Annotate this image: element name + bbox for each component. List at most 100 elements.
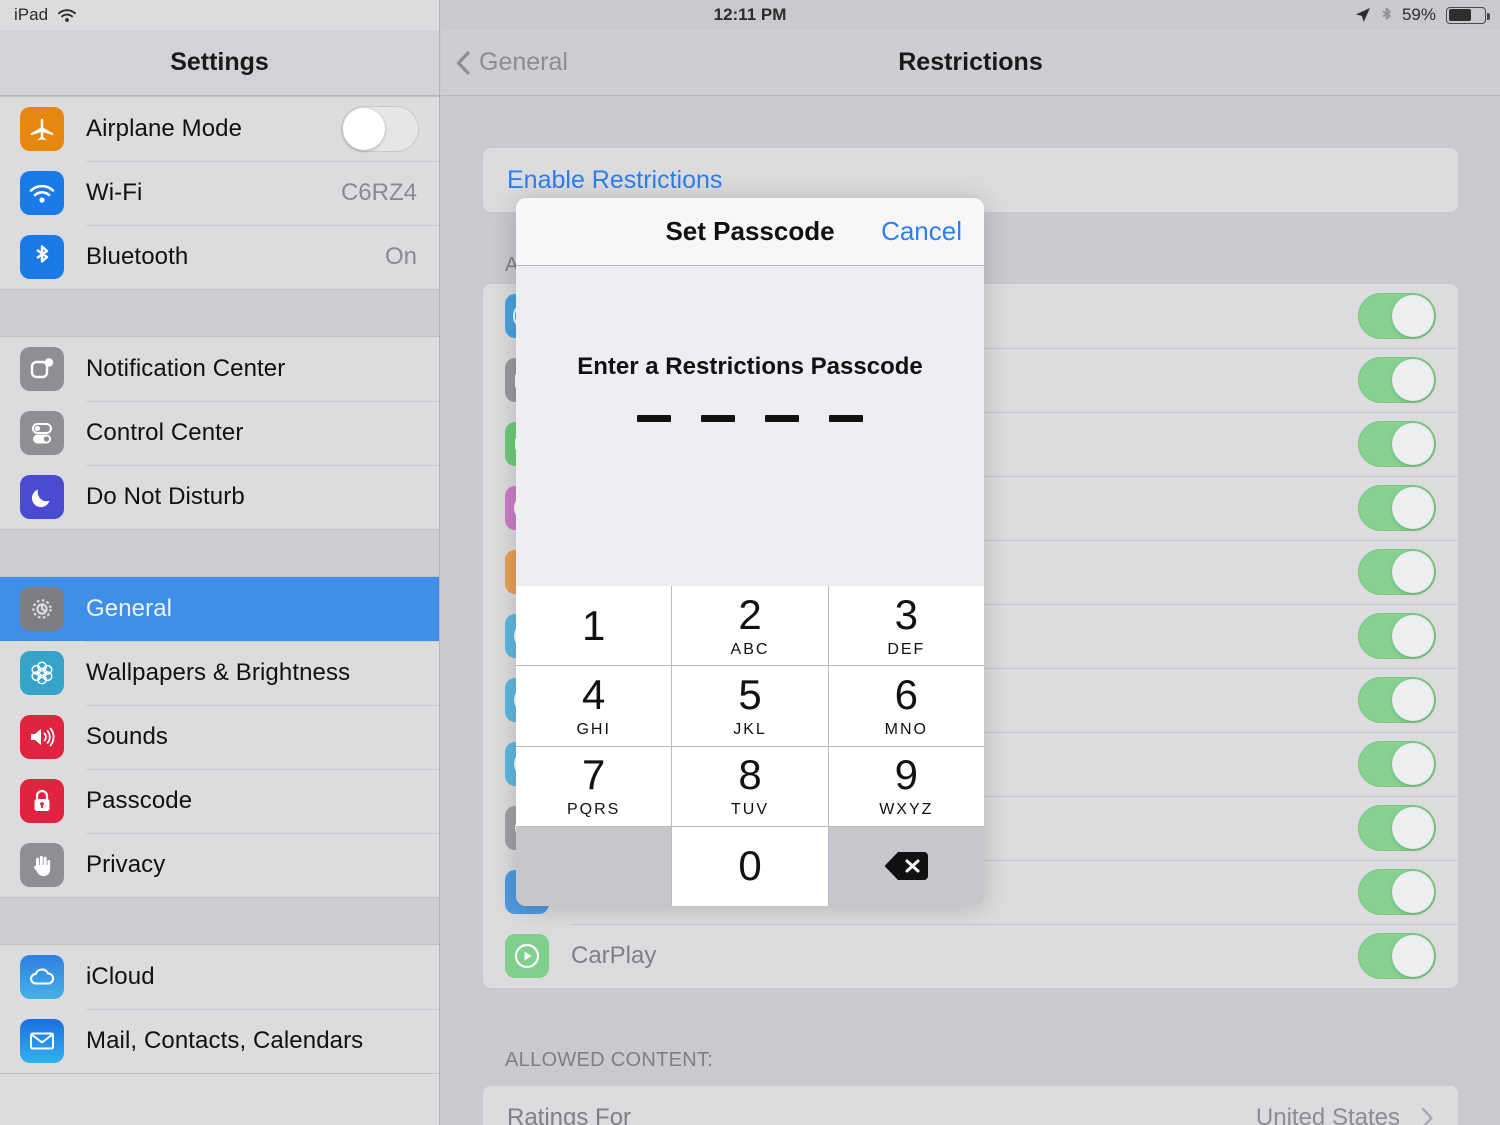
restrictions-header: General Restrictions [441,30,1500,96]
sidebar-group-system: General Wallpapers & Brightness Sounds P… [0,576,439,898]
keypad-key-5[interactable]: 5 JKL [672,666,828,746]
sidebar-item-wallpapers-brightness[interactable]: Wallpapers & Brightness [0,641,439,705]
sidebar-item-label: Notification Center [86,355,286,382]
toggle-knob [1392,871,1434,913]
sidebar-title: Settings [170,48,269,76]
row-toggle[interactable] [1358,933,1436,979]
bluetooth-icon [20,235,64,279]
sidebar-item-label: General [86,595,173,622]
sidebar-item-icloud[interactable]: iCloud [0,945,439,1009]
battery-percent: 59% [1401,5,1436,24]
key-number: 7 [581,751,606,799]
modal-title: Set Passcode [665,216,835,246]
ratings-for-label: Ratings For [507,1104,632,1125]
keypad-key-3[interactable]: 3 DEF [828,586,984,666]
keypad-key-delete[interactable] [828,826,984,906]
toggle-knob [1392,807,1434,849]
battery-fill [1448,9,1471,21]
key-letters: PQRS [566,801,621,819]
keypad-key-4[interactable]: 4 GHI [516,666,672,746]
bluetooth-state-value: On [384,243,417,270]
sidebar-item-privacy[interactable]: Privacy [0,833,439,897]
passcode-field[interactable] [516,415,984,422]
row-toggle[interactable] [1358,677,1436,723]
keypad-key-1[interactable]: 1 [516,586,672,666]
page-title: Restrictions [898,48,1043,76]
keypad-key-6[interactable]: 6 MNO [828,666,984,746]
sidebar-item-mail-contacts-calendars[interactable]: Mail, Contacts, Calendars [0,1009,439,1073]
speaker-icon [20,715,64,759]
key-letters: DEF [887,640,926,658]
sidebar-item-label: Wallpapers & Brightness [86,659,351,686]
toggle-knob [1392,615,1434,657]
row-toggle[interactable] [1358,613,1436,659]
settings-sidebar: Settings Airplane Mode Wi-Fi C6RZ4 Bluet… [0,0,440,1125]
mail-icon [20,1019,64,1063]
row-label: CarPlay [571,942,657,969]
keypad-key-7[interactable]: 7 PQRS [516,746,672,826]
key-number: 0 [738,842,762,890]
keypad-key-2[interactable]: 2 ABC [672,586,828,666]
gear-icon [20,587,64,631]
row-toggle[interactable] [1358,293,1436,339]
airplane-icon [20,107,64,151]
sidebar-item-airplane-mode[interactable]: Airplane Mode [0,97,439,161]
sidebar-group-notifications: Notification Center Control Center Do No… [0,336,439,530]
row-toggle[interactable] [1358,485,1436,531]
toggle-knob [1392,423,1434,465]
sidebar-item-label: Control Center [86,419,244,446]
row-toggle[interactable] [1358,805,1436,851]
back-button-label: General [479,48,568,76]
passcode-dash [829,415,863,422]
row-toggle[interactable] [1358,549,1436,595]
back-button[interactable]: General [455,48,568,77]
sidebar-item-passcode[interactable]: Passcode [0,769,439,833]
ratings-for-row[interactable]: Ratings For United States [483,1086,1458,1125]
allowed-content-card: Ratings For United States [483,1086,1458,1125]
toggle-knob [1392,743,1434,785]
set-passcode-modal: Set Passcode Cancel Enter a Restrictions… [516,198,984,906]
sidebar-group-connectivity: Airplane Mode Wi-Fi C6RZ4 Bluetooth On [0,96,439,290]
keypad-key-0[interactable]: 0 [672,826,828,906]
row-toggle[interactable] [1358,741,1436,787]
toggle-knob [1392,487,1434,529]
key-letters: WXYZ [879,801,934,819]
key-number: 5 [738,670,762,718]
moon-icon [20,475,64,519]
sidebar-item-label: Mail, Contacts, Calendars [86,1027,364,1054]
cancel-button[interactable]: Cancel [881,216,962,247]
hand-icon [20,843,64,887]
keypad-key-9[interactable]: 9 WXYZ [828,746,984,826]
key-number: 8 [738,751,762,799]
sidebar-scroll[interactable]: Airplane Mode Wi-Fi C6RZ4 Bluetooth On N… [0,96,439,1125]
keypad-key-blank [516,826,672,906]
modal-title-bar: Set Passcode Cancel [516,198,984,266]
toggle-knob [1392,551,1434,593]
row-toggle[interactable] [1358,421,1436,467]
chevron-left-icon [455,50,471,76]
airplane-mode-toggle[interactable] [341,106,419,152]
sidebar-item-label: Bluetooth [86,243,189,270]
row-toggle[interactable] [1358,869,1436,915]
key-letters: JKL [733,720,767,738]
sidebar-item-wifi[interactable]: Wi-Fi C6RZ4 [0,161,439,225]
sidebar-item-notification-center[interactable]: Notification Center [0,337,439,401]
row-toggle[interactable] [1358,357,1436,403]
sidebar-item-control-center[interactable]: Control Center [0,401,439,465]
toggle-knob [1392,679,1434,721]
enable-restrictions-label: Enable Restrictions [507,165,723,194]
sidebar-item-label: Airplane Mode [86,115,243,142]
passcode-dash [637,415,671,422]
key-letters: MNO [884,720,928,738]
key-number: 2 [738,590,762,638]
sidebar-item-do-not-disturb[interactable]: Do Not Disturb [0,465,439,529]
sidebar-item-sounds[interactable]: Sounds [0,705,439,769]
keypad-key-8[interactable]: 8 TUV [672,746,828,826]
sidebar-header: Settings [0,30,439,96]
battery-icon [1446,6,1490,24]
table-row[interactable]: CarPlay [483,924,1458,988]
key-number: 6 [894,670,918,718]
delete-backspace-icon [883,849,929,883]
sidebar-item-bluetooth[interactable]: Bluetooth On [0,225,439,289]
sidebar-item-general[interactable]: General [0,577,439,641]
